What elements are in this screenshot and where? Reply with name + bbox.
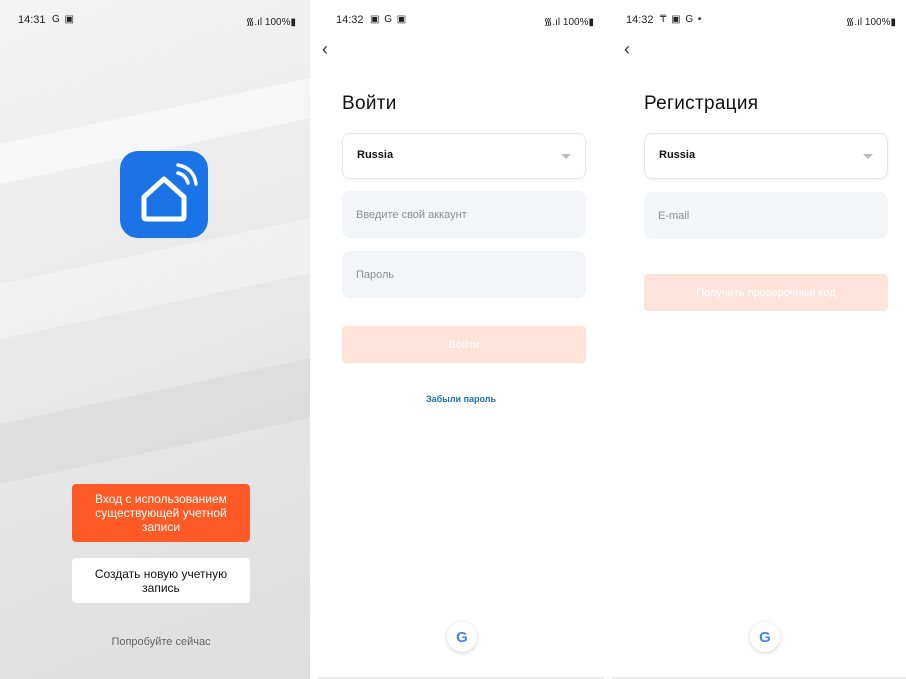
background-shadow-band bbox=[0, 351, 310, 489]
password-field[interactable] bbox=[342, 251, 586, 298]
status-bar: 14:32 ₸ ▣ G • ᯾.ıl 100%▮ bbox=[626, 14, 896, 30]
status-notification-icons: ₸ ▣ G • bbox=[660, 14, 703, 25]
password-input[interactable] bbox=[342, 251, 586, 298]
back-arrow-icon[interactable]: ‹ bbox=[624, 40, 640, 58]
status-bar: 14:31 G ▣ ᯾.ıl 100%▮ bbox=[18, 14, 296, 30]
register-screen: 14:32 ₸ ▣ G • ᯾.ıl 100%▮ ‹ Регистрация R… bbox=[612, 0, 906, 679]
country-select[interactable]: Russia bbox=[342, 133, 586, 179]
status-battery-signal: ᯾.ıl 100%▮ bbox=[845, 17, 896, 28]
login-screen: 14:32 ▣ G ▣ ᯾.ıl 100%▮ ‹ Войти Russia Во… bbox=[318, 0, 604, 679]
try-now-link[interactable]: Попробуйте сейчас bbox=[72, 636, 250, 648]
status-notification-icons: G ▣ bbox=[52, 14, 76, 25]
country-select[interactable]: Russia bbox=[644, 133, 888, 179]
back-arrow-icon[interactable]: ‹ bbox=[322, 40, 338, 58]
login-existing-account-button[interactable]: Вход с использованием существующей учетн… bbox=[72, 484, 250, 542]
chevron-down-icon bbox=[863, 154, 873, 159]
account-input[interactable] bbox=[342, 191, 586, 238]
status-time: 14:32 bbox=[336, 14, 364, 26]
chevron-down-icon bbox=[561, 154, 571, 159]
forgot-password-link[interactable]: Забыли пароль bbox=[318, 394, 604, 404]
status-battery-signal: ᯾.ıl 100%▮ bbox=[245, 17, 296, 28]
email-field[interactable] bbox=[644, 192, 888, 239]
account-field[interactable] bbox=[342, 191, 586, 238]
status-time: 14:31 bbox=[18, 14, 46, 26]
smart-home-icon bbox=[120, 151, 208, 238]
login-submit-button[interactable]: Войти bbox=[342, 326, 586, 363]
status-battery-signal: ᯾.ıl 100%▮ bbox=[543, 17, 594, 28]
status-notification-icons: ▣ G ▣ bbox=[370, 14, 408, 25]
create-account-button[interactable]: Создать новую учетную запись bbox=[72, 558, 250, 603]
country-value: Russia bbox=[659, 149, 696, 161]
status-time: 14:32 bbox=[626, 14, 654, 26]
email-input[interactable] bbox=[644, 192, 888, 239]
country-value: Russia bbox=[357, 149, 394, 161]
google-icon: G bbox=[456, 628, 468, 646]
get-code-button[interactable]: Получить проверочный код bbox=[644, 274, 888, 311]
welcome-screen: 14:31 G ▣ ᯾.ıl 100%▮ Вход с использовани… bbox=[0, 0, 310, 679]
google-login-button[interactable]: G bbox=[750, 622, 780, 652]
google-icon: G bbox=[759, 628, 771, 646]
google-login-button[interactable]: G bbox=[447, 622, 477, 652]
page-title: Войти bbox=[342, 93, 397, 114]
status-bar: 14:32 ▣ G ▣ ᯾.ıl 100%▮ bbox=[336, 14, 594, 30]
page-title: Регистрация bbox=[644, 93, 759, 114]
